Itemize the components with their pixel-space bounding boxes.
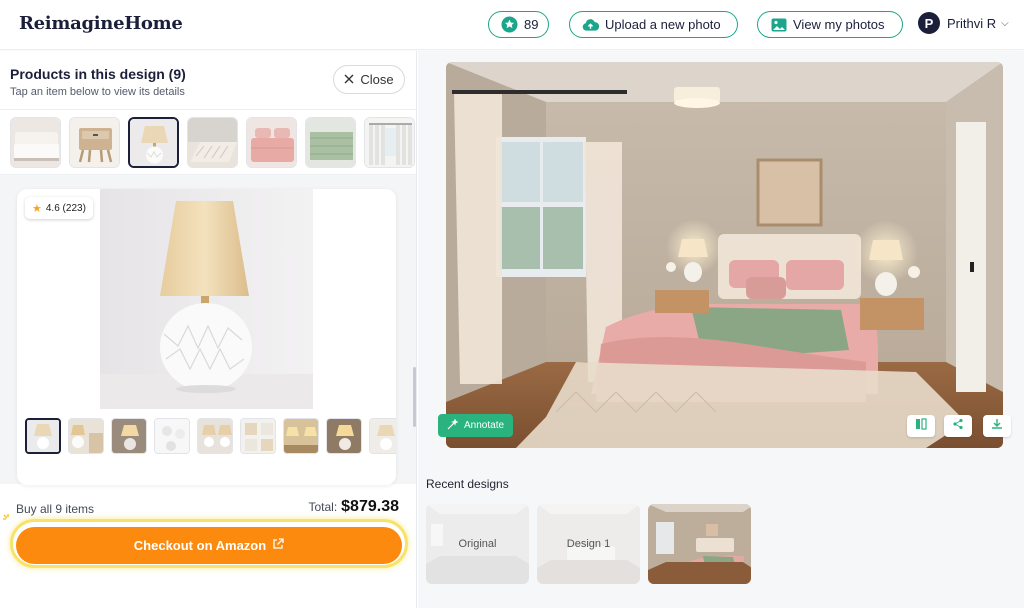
gallery-thumb[interactable] [154, 418, 190, 454]
cloud-upload-icon [582, 16, 599, 33]
divider [0, 109, 416, 110]
gallery-thumb[interactable] [283, 418, 319, 454]
gallery-thumb[interactable] [326, 418, 362, 454]
annotate-label: Annotate [464, 420, 505, 431]
compare-button[interactable] [907, 415, 935, 437]
credits-count: 89 [524, 17, 539, 32]
gallery-thumb[interactable] [197, 418, 233, 454]
product-main-image[interactable] [100, 189, 313, 409]
checkout-amazon-button[interactable]: Checkout on Amazon [16, 527, 402, 564]
product-gallery [25, 418, 396, 454]
user-menu[interactable]: P Prithvi R ⌵ [918, 12, 1009, 34]
scrollbar[interactable] [413, 367, 416, 427]
products-panel: Products in this design (9) Tap an item … [0, 51, 417, 608]
product-thumb-rug[interactable] [187, 117, 238, 168]
design-panel: Annotate Recent designs Original Design … [418, 51, 1024, 608]
credits-star-icon [501, 16, 518, 33]
product-detail-area: ★ 4.6 (223) [0, 175, 416, 485]
product-thumb-bedding[interactable] [246, 117, 297, 168]
close-label: Close [360, 72, 394, 87]
recent-design-original[interactable]: Original [426, 504, 529, 584]
recent-design-label: Design 1 [566, 538, 611, 550]
products-subtitle: Tap an item below to view its details [10, 86, 185, 98]
external-link-icon [272, 538, 284, 553]
rating-value: 4.6 (223) [45, 202, 86, 214]
chevron-down-icon: ⌵ [1001, 17, 1009, 29]
design-image[interactable] [446, 62, 1003, 448]
image-icon [770, 16, 787, 33]
share-button[interactable] [944, 415, 972, 437]
recent-design-current[interactable] [648, 504, 751, 584]
user-name: Prithvi R [947, 15, 997, 31]
recent-design-1[interactable]: Design 1 [537, 504, 640, 584]
recent-design-label: Original [458, 538, 497, 550]
recent-design-label [648, 504, 751, 584]
gallery-thumb[interactable] [68, 418, 104, 454]
share-icon [952, 417, 964, 435]
credits-badge[interactable]: 89 [488, 11, 549, 38]
upload-photo-button[interactable]: Upload a new photo [569, 11, 738, 38]
view-photos-button[interactable]: View my photos [757, 11, 903, 38]
avatar: P [918, 12, 940, 34]
magic-wand-icon [447, 417, 459, 433]
sparkle-icon [2, 512, 14, 530]
gallery-thumb[interactable] [25, 418, 61, 454]
download-button[interactable] [983, 415, 1011, 437]
gallery-thumb[interactable] [111, 418, 147, 454]
product-thumb-throw-blanket[interactable] [305, 117, 356, 168]
star-icon: ★ [32, 202, 42, 215]
gallery-thumb[interactable] [240, 418, 276, 454]
buy-all-label: Buy all 9 items [16, 502, 95, 516]
gallery-thumb[interactable] [369, 418, 396, 454]
total-price: Total: $879.38 [308, 498, 399, 516]
compare-icon [915, 417, 927, 435]
products-title: Products in this design (9) [10, 66, 186, 82]
annotate-button[interactable]: Annotate [438, 414, 514, 437]
checkout-label: Checkout on Amazon [133, 538, 267, 553]
download-icon [991, 417, 1003, 435]
product-thumb-table-lamp[interactable] [128, 117, 179, 168]
close-icon [344, 72, 354, 87]
recent-designs-heading: Recent designs [426, 477, 509, 491]
product-thumb-bed[interactable] [10, 117, 61, 168]
upload-photo-label: Upload a new photo [605, 17, 721, 32]
app-logo[interactable]: ReimagineHome [19, 13, 183, 34]
top-nav-bar: ReimagineHome 89 Upload a new photo View… [0, 0, 1024, 50]
total-label: Total: [308, 500, 338, 514]
product-card[interactable]: ★ 4.6 (223) [17, 189, 396, 485]
product-thumb-nightstand[interactable] [69, 117, 120, 168]
recent-designs-list: Original Design 1 [426, 504, 751, 584]
total-value: $879.38 [341, 498, 399, 515]
view-photos-label: View my photos [793, 17, 885, 32]
product-thumb-curtains[interactable] [364, 117, 415, 168]
rating-badge: ★ 4.6 (223) [25, 197, 93, 219]
product-thumbnails [10, 117, 416, 168]
close-button[interactable]: Close [333, 65, 405, 94]
